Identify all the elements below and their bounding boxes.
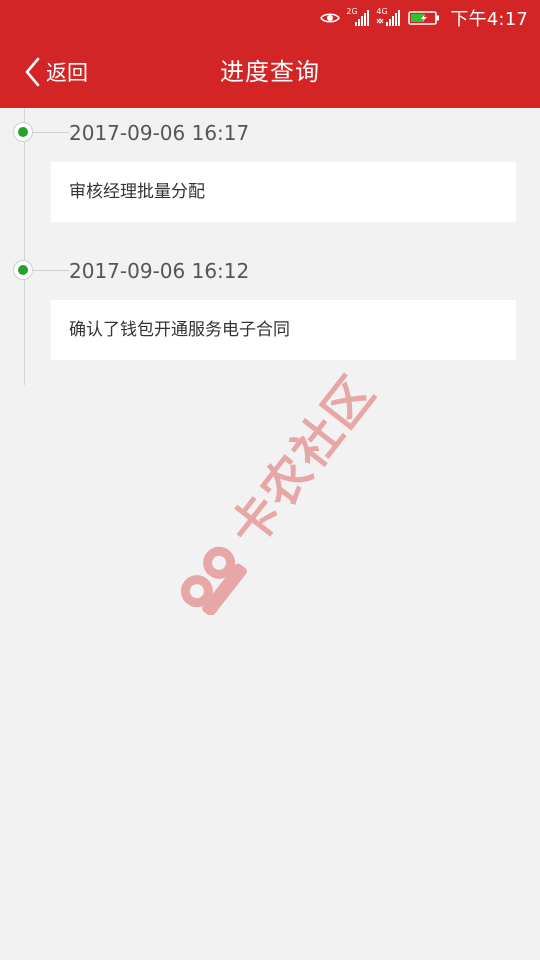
- timeline-item: 2017-09-06 16:12 确认了钱包开通服务电子合同: [0, 246, 540, 384]
- watermark-text: 卡农社区: [219, 365, 378, 557]
- battery-icon: [408, 11, 440, 25]
- signal-4g-icon: 4G: [376, 7, 402, 27]
- app-header: 返回 进度查询: [0, 36, 540, 108]
- status-dot-icon: [18, 127, 28, 137]
- status-bar: 2G 4G 下午4:17: [0, 0, 540, 36]
- watermark-logo: 卡农社区: [180, 365, 378, 615]
- watermark-mark-icon: [180, 546, 247, 615]
- timeline-node: [13, 260, 33, 280]
- eye-icon: [320, 13, 341, 23]
- status-icons: 2G 4G 下午4:17: [320, 0, 528, 36]
- status-time: 下午4:17: [450, 9, 528, 30]
- status-dot-icon: [18, 265, 28, 275]
- timeline-connector: [33, 270, 69, 271]
- timeline-time: 2017-09-06 16:12: [69, 259, 250, 283]
- signal-2g-icon: 2G: [346, 7, 370, 27]
- timeline-connector: [33, 132, 69, 133]
- timeline-card: 审核经理批量分配: [51, 162, 516, 222]
- timeline-description: 确认了钱包开通服务电子合同: [69, 320, 290, 340]
- timeline-description: 审核经理批量分配: [69, 182, 205, 202]
- timeline-node: [13, 122, 33, 142]
- timeline-item: 2017-09-06 16:17 审核经理批量分配: [0, 108, 540, 246]
- timeline-time: 2017-09-06 16:17: [69, 121, 250, 145]
- page-title: 进度查询: [220, 58, 320, 86]
- timeline-card: 确认了钱包开通服务电子合同: [51, 300, 516, 360]
